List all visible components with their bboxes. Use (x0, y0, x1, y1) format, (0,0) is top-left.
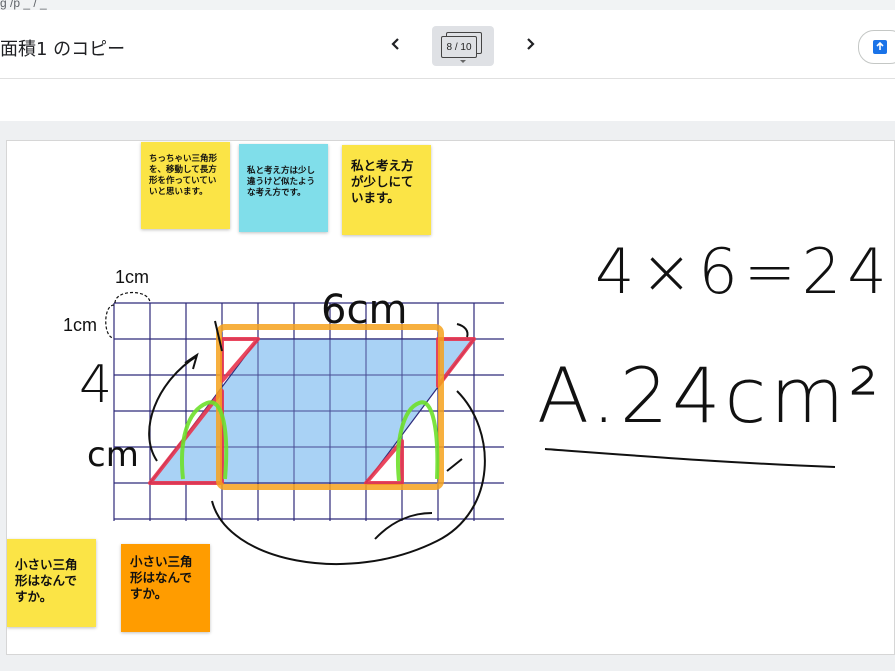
answer-underline (544, 448, 836, 468)
unit-cell-marker (105, 291, 151, 339)
chevron-right-icon (527, 38, 535, 50)
document-title[interactable]: 面積1 のコピー (0, 35, 125, 61)
app-header: 面積1 のコピー 8 / 10 (0, 10, 895, 79)
height-label: 4 (79, 355, 113, 415)
present-button[interactable] (858, 30, 895, 64)
whiteboard-canvas[interactable]: ちっちゃい三角形を、移動して長方形を作っていていいと思います。 私と考え方は少し… (6, 140, 895, 655)
base-label: 6cm (321, 287, 408, 333)
caret-down-icon (460, 60, 466, 63)
toolbar-area (0, 79, 895, 121)
page-number-label: 8 / 10 (441, 36, 477, 58)
unit-label-top: 1cm (115, 267, 150, 287)
equation-text: 4×6=24 (595, 235, 893, 308)
url-text: g /p _ / _ (0, 0, 47, 10)
height-unit-label: cm (87, 435, 139, 475)
chevron-left-icon (391, 38, 399, 50)
address-bar[interactable]: g /p _ / _ (0, 0, 895, 10)
previous-page-button[interactable] (384, 32, 408, 56)
page-navigator-button[interactable]: 8 / 10 (432, 26, 494, 66)
present-upload-icon (873, 40, 887, 54)
next-page-button[interactable] (518, 32, 542, 56)
unit-label-side: 1cm (63, 315, 98, 335)
answer-text: A.24cm² (537, 351, 883, 440)
